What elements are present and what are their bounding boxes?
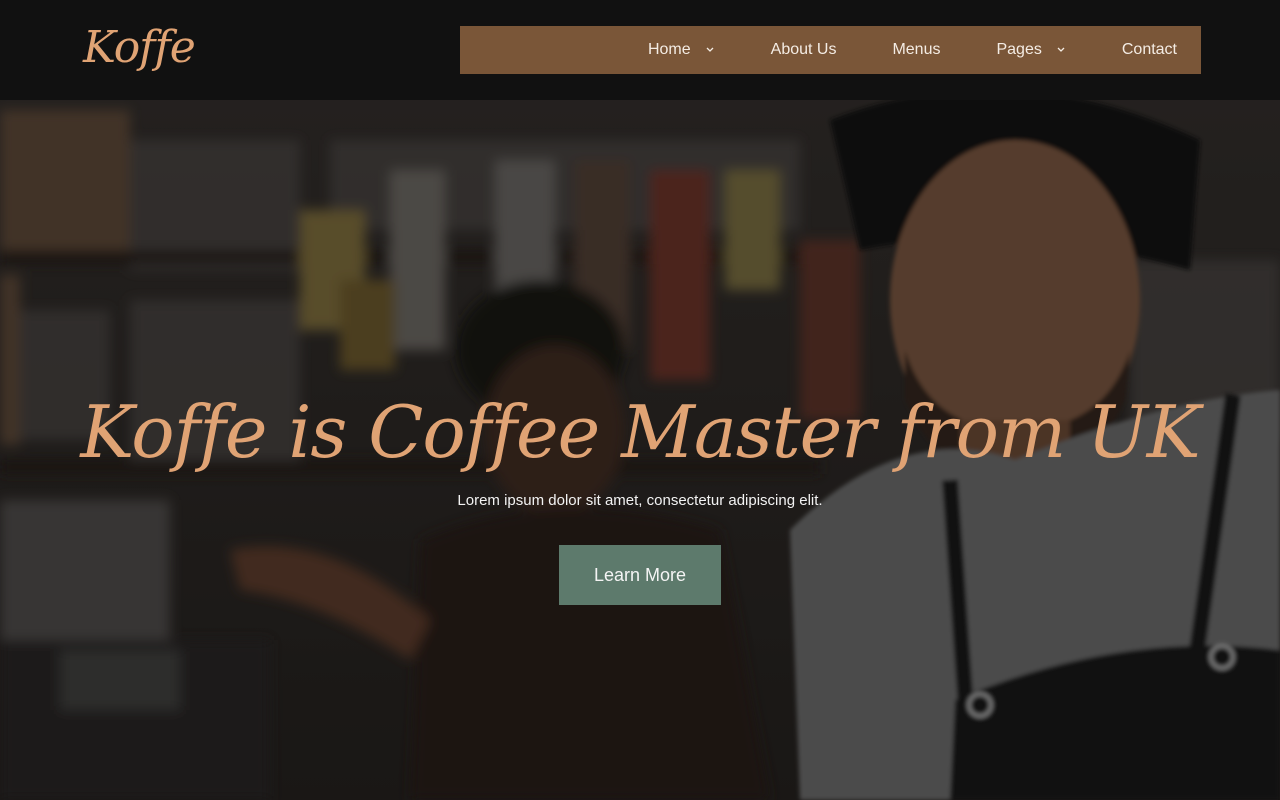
- learn-more-button[interactable]: Learn More: [559, 545, 721, 605]
- nav-item-menus[interactable]: Menus: [892, 41, 940, 59]
- main-nav: Home About Us Menus Pages Contact: [460, 26, 1201, 74]
- chevron-down-icon: [1057, 47, 1065, 52]
- nav-item-pages[interactable]: Pages: [996, 41, 1065, 59]
- nav-item-label: About Us: [770, 41, 837, 58]
- site-logo[interactable]: Koffe: [83, 22, 196, 73]
- hero-section: Koffe is Coffee Master from UK Lorem ips…: [0, 100, 1280, 800]
- nav-item-about-us[interactable]: About Us: [771, 41, 837, 59]
- site-header: Koffe Home About Us Menus Pages Contact: [0, 0, 1280, 100]
- page: Koffe Home About Us Menus Pages Contact …: [0, 0, 1280, 800]
- nav-item-label: Contact: [1121, 41, 1177, 58]
- hero-headline: Koffe is Coffee Master from UK: [80, 390, 1200, 474]
- chevron-down-icon: [706, 47, 714, 52]
- nav-item-home[interactable]: Home: [648, 41, 715, 59]
- nav-item-label: Pages: [996, 41, 1042, 58]
- nav-item-label: Menus: [892, 41, 941, 58]
- hero-subtext: Lorem ipsum dolor sit amet, consectetur …: [457, 492, 823, 509]
- nav-item-label: Home: [647, 41, 691, 58]
- nav-item-contact[interactable]: Contact: [1122, 41, 1177, 59]
